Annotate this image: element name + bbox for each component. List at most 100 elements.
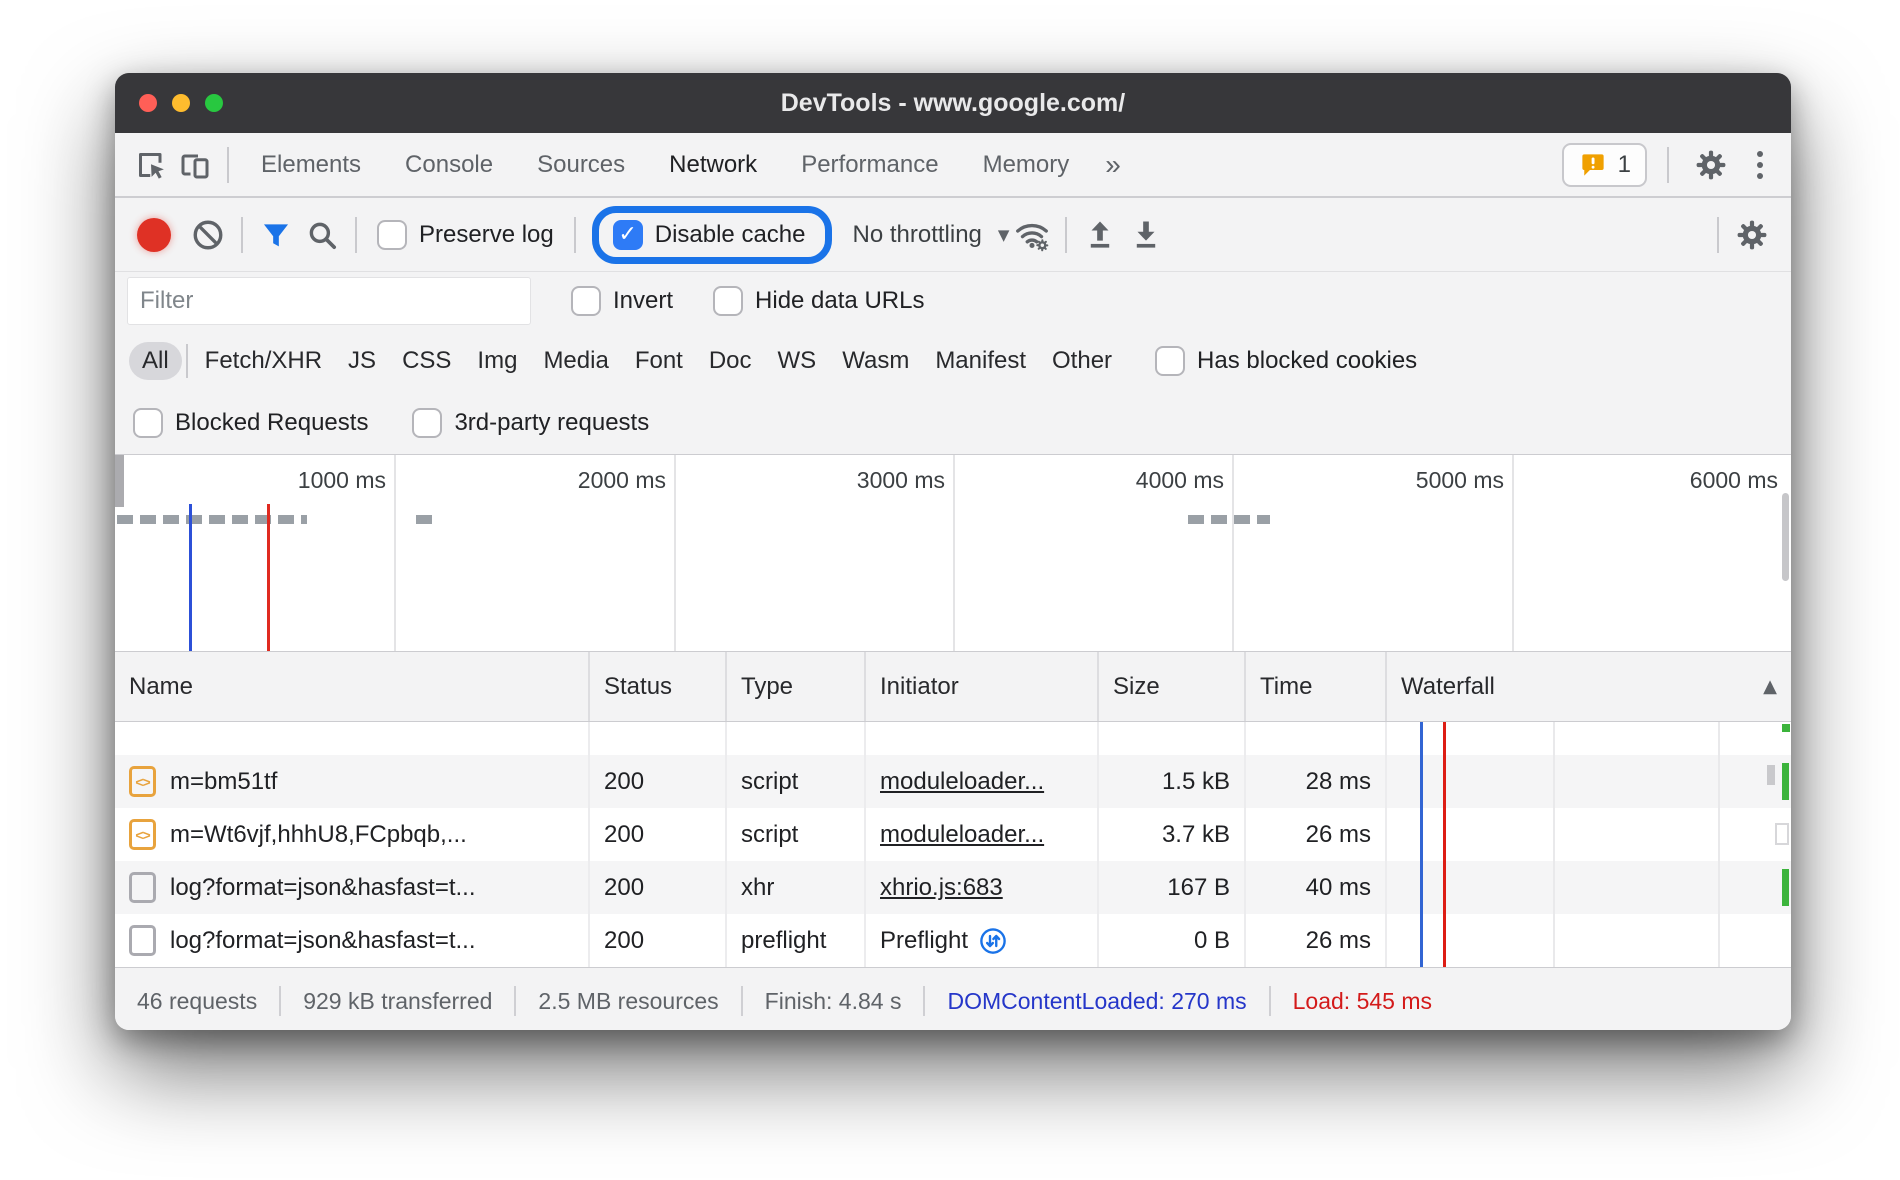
checkbox-unchecked[interactable] [571, 286, 601, 316]
cell-waterfall [1387, 914, 1791, 967]
initiator-link[interactable]: moduleloader... [880, 768, 1044, 796]
cell-waterfall [1387, 808, 1791, 861]
third-party-requests-checkbox[interactable]: 3rd-party requests [412, 408, 649, 438]
script-file-icon: <> [129, 766, 156, 797]
clear-network-log-button[interactable] [185, 212, 231, 258]
document-file-icon [129, 872, 156, 903]
checkbox-checked[interactable]: ✓ [613, 220, 643, 250]
funnel-icon [259, 218, 293, 252]
cell-status: 200 [590, 914, 727, 967]
cell-initiator: xhrio.js:683 [866, 861, 1099, 914]
status-divider [514, 986, 516, 1016]
hide-data-urls-label: Hide data URLs [755, 287, 924, 315]
devtools-window: DevTools - www.google.com/ Elements Cons… [115, 73, 1791, 1030]
cell-size: 0 B [1099, 914, 1246, 967]
type-filter-fetch-xhr[interactable]: Fetch/XHR [192, 342, 335, 380]
tab-memory[interactable]: Memory [961, 133, 1092, 196]
column-header-initiator[interactable]: Initiator [866, 652, 1099, 721]
type-filter-divider [186, 344, 188, 378]
tab-sources[interactable]: Sources [515, 133, 647, 196]
devtools-tab-bar: Elements Console Sources Network Perform… [115, 133, 1791, 198]
inspect-element-button[interactable] [129, 143, 173, 187]
throttling-select[interactable]: No throttling ▼ [852, 221, 1009, 249]
cell-type: xhr [727, 861, 866, 914]
type-filter-css[interactable]: CSS [389, 342, 464, 380]
type-filter-media[interactable]: Media [530, 342, 621, 380]
initiator-link[interactable]: xhrio.js:683 [880, 874, 1003, 902]
disable-cache-checkbox[interactable]: ✓ Disable cache [613, 220, 806, 250]
tab-performance[interactable]: Performance [779, 133, 960, 196]
cell-status: 200 [590, 861, 727, 914]
export-har-button[interactable] [1123, 212, 1169, 258]
requests-count: 46 requests [137, 988, 257, 1015]
column-header-status[interactable]: Status [590, 652, 727, 721]
checkbox-unchecked[interactable] [412, 408, 442, 438]
filter-toggle-button[interactable] [253, 212, 299, 258]
tab-elements[interactable]: Elements [239, 133, 383, 196]
invert-checkbox[interactable]: Invert [571, 286, 673, 316]
customize-devtools-button[interactable] [1743, 145, 1777, 185]
initiator-link[interactable]: moduleloader... [880, 821, 1044, 849]
network-conditions-button[interactable] [1009, 212, 1055, 258]
type-filter-all[interactable]: All [129, 342, 182, 380]
checkbox-unchecked[interactable] [133, 408, 163, 438]
record-network-log-button[interactable] [137, 218, 171, 252]
column-header-time[interactable]: Time [1246, 652, 1387, 721]
type-filter-img[interactable]: Img [464, 342, 530, 380]
column-header-name[interactable]: Name [115, 652, 590, 721]
type-filter-manifest[interactable]: Manifest [922, 342, 1039, 380]
import-har-button[interactable] [1077, 212, 1123, 258]
network-overview-timeline[interactable]: 1000 ms 2000 ms 3000 ms 4000 ms 5000 ms … [115, 455, 1791, 652]
upload-icon [1083, 218, 1117, 252]
table-row[interactable]: log?format=json&hasfast=t... 200 xhr xhr… [115, 861, 1791, 914]
preflight-label[interactable]: Preflight [880, 927, 968, 955]
table-row[interactable]: log?format=json&hasfast=t... 200 preflig… [115, 914, 1791, 967]
network-settings-button[interactable] [1729, 212, 1775, 258]
scrollbar-thumb[interactable] [1782, 493, 1789, 581]
cell-name: log?format=json&hasfast=t... [115, 861, 590, 914]
toolbar-divider [241, 217, 243, 253]
column-header-type[interactable]: Type [727, 652, 866, 721]
type-filter-ws[interactable]: WS [765, 342, 830, 380]
toolbar-divider [355, 217, 357, 253]
column-header-size[interactable]: Size [1099, 652, 1246, 721]
preserve-log-label: Preserve log [419, 221, 554, 249]
type-filter-doc[interactable]: Doc [696, 342, 765, 380]
type-filter-js[interactable]: JS [335, 342, 389, 380]
tab-network[interactable]: Network [647, 133, 779, 196]
type-filter-wasm[interactable]: Wasm [829, 342, 922, 380]
more-tabs-button[interactable]: » [1091, 149, 1135, 181]
timeline-tick: 2000 ms [394, 467, 666, 494]
gear-icon [1734, 217, 1770, 253]
inspect-cursor-icon [133, 147, 169, 183]
desktop: { "window": { "title": "DevTools - www.g… [0, 0, 1900, 1180]
download-icon [1129, 218, 1163, 252]
table-row[interactable]: <> m=bm51tf 200 script moduleloader... 1… [115, 755, 1791, 808]
settings-button[interactable] [1689, 143, 1733, 187]
tab-console[interactable]: Console [383, 133, 515, 196]
filter-input[interactable] [127, 277, 531, 325]
preserve-log-checkbox[interactable]: Preserve log [377, 220, 554, 250]
blocked-requests-checkbox[interactable]: Blocked Requests [133, 408, 368, 438]
issues-counter-button[interactable]: 1 [1562, 143, 1647, 187]
search-button[interactable] [299, 212, 345, 258]
column-header-waterfall[interactable]: Waterfall ▲ [1387, 652, 1791, 721]
table-row[interactable]: <> m=Wt6vjf,hhhU8,FCpbqb,... 200 script … [115, 808, 1791, 861]
title-bar: DevTools - www.google.com/ [115, 73, 1791, 133]
resource-type-filters: All Fetch/XHR JS CSS Img Media Font Doc … [115, 330, 1791, 391]
cell-name: <> m=Wt6vjf,hhhU8,FCpbqb,... [115, 808, 590, 861]
type-filter-font[interactable]: Font [622, 342, 696, 380]
toggle-device-toolbar-button[interactable] [173, 143, 217, 187]
cell-time: 28 ms [1246, 755, 1387, 808]
third-party-requests-label: 3rd-party requests [454, 409, 649, 437]
request-filter-row: Blocked Requests 3rd-party requests [115, 391, 1791, 455]
checkbox-unchecked[interactable] [713, 286, 743, 316]
checkbox-unchecked[interactable] [1155, 346, 1185, 376]
has-blocked-cookies-checkbox[interactable]: Has blocked cookies [1155, 346, 1417, 376]
has-blocked-cookies-label: Has blocked cookies [1197, 347, 1417, 375]
hide-data-urls-checkbox[interactable]: Hide data URLs [713, 286, 924, 316]
cell-size: 1.5 kB [1099, 755, 1246, 808]
checkbox-unchecked[interactable] [377, 220, 407, 250]
issue-warning-icon [1578, 150, 1608, 180]
type-filter-other[interactable]: Other [1039, 342, 1125, 380]
